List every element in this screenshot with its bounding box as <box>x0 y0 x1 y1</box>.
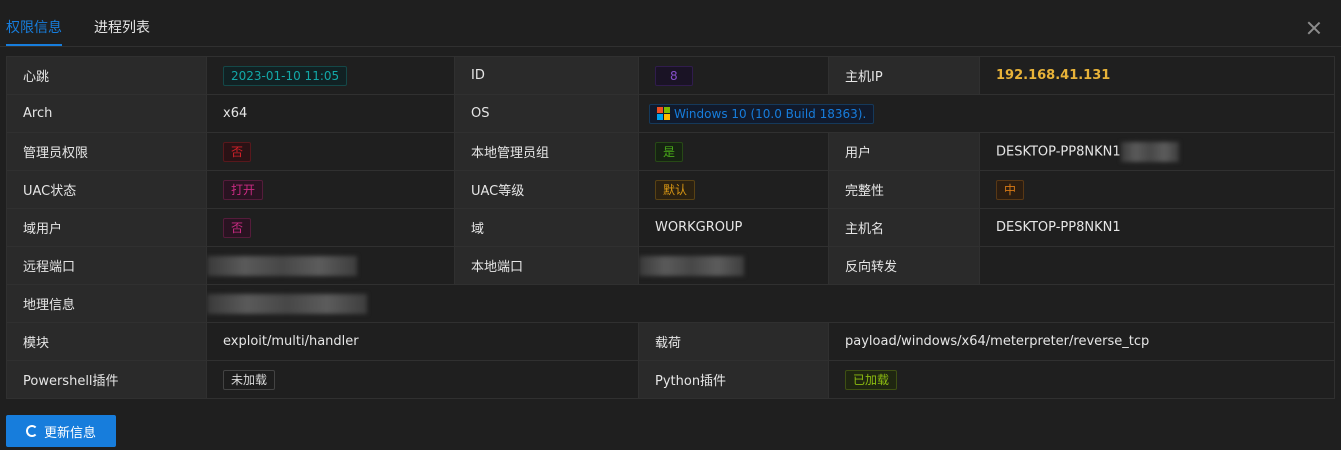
id-label: ID <box>454 56 639 95</box>
powershell-plugin-tag: 未加载 <box>223 369 276 390</box>
integrity-tag: 中 <box>996 179 1025 200</box>
update-info-label: 更新信息 <box>43 425 96 441</box>
reverse-forward-label: 反向转发 <box>828 246 980 285</box>
hostname-value: DESKTOP-PP8NKN1 <box>979 208 1335 247</box>
remote-port-label: 远程端口 <box>6 246 207 285</box>
tab-process-list[interactable]: 进程列表 <box>94 19 150 37</box>
domain-user-tag: 否 <box>223 217 252 238</box>
refresh-icon <box>25 425 38 437</box>
payload-value: payload/windows/x64/meterpreter/reverse_… <box>828 322 1335 361</box>
os-tag: Windows 10 (10.0 Build 18363). <box>649 103 875 124</box>
tab-bar: 权限信息 进程列表 <box>0 0 1341 47</box>
local-admin-group-tag: 是 <box>655 141 684 162</box>
windows-icon <box>657 106 670 120</box>
redacted-region <box>207 293 367 314</box>
domain-label: 域 <box>454 208 639 247</box>
uac-status-label: UAC状态 <box>6 170 207 209</box>
payload-label: 载荷 <box>638 322 829 361</box>
admin-label: 管理员权限 <box>6 132 207 171</box>
table-row: Arch x64 OS Windows 10 (10.0 Build 18363… <box>6 94 1335 133</box>
redacted-region <box>639 255 744 276</box>
active-tab-indicator <box>6 44 62 46</box>
user-label: 用户 <box>828 132 980 171</box>
table-row: 心跳 2023-01-10 11:05 ID 8 主机IP 192.168.41… <box>6 56 1335 95</box>
module-value: exploit/multi/handler <box>206 322 639 361</box>
table-row: 模块 exploit/multi/handler 载荷 payload/wind… <box>6 322 1335 361</box>
heartbeat-tag: 2023-01-10 11:05 <box>223 65 348 86</box>
domain-value: WORKGROUP <box>638 208 829 247</box>
heartbeat-label: 心跳 <box>6 56 207 95</box>
close-icon[interactable] <box>1306 20 1322 36</box>
id-tag: 8 <box>655 65 693 86</box>
table-row: 域用户 否 域 WORKGROUP 主机名 DESKTOP-PP8NKN1 <box>6 208 1335 247</box>
python-plugin-label: Python插件 <box>638 360 829 399</box>
hostname-label: 主机名 <box>828 208 980 247</box>
table-row: Powershell插件 未加载 Python插件 已加载 <box>6 360 1335 399</box>
host-ip-label: 主机IP <box>828 56 980 95</box>
table-row: 地理信息 <box>6 284 1335 323</box>
table-row: UAC状态 打开 UAC等级 默认 完整性 中 <box>6 170 1335 209</box>
uac-level-label: UAC等级 <box>454 170 639 209</box>
local-admin-group-label: 本地管理员组 <box>454 132 639 171</box>
integrity-label: 完整性 <box>828 170 980 209</box>
uac-level-tag: 默认 <box>655 179 696 200</box>
admin-tag: 否 <box>223 141 252 162</box>
host-ip-value: 192.168.41.131 <box>996 68 1111 83</box>
redacted-region <box>207 255 357 276</box>
os-value: Windows 10 (10.0 Build 18363). <box>674 106 867 121</box>
tab-permission-info[interactable]: 权限信息 <box>6 19 62 37</box>
geo-label: 地理信息 <box>6 284 207 323</box>
module-label: 模块 <box>6 322 207 361</box>
arch-value: x64 <box>206 94 455 133</box>
arch-label: Arch <box>6 94 207 133</box>
reverse-forward-value <box>979 246 1335 285</box>
redacted-region <box>1120 141 1179 162</box>
domain-user-label: 域用户 <box>6 208 207 247</box>
session-info-table: 心跳 2023-01-10 11:05 ID 8 主机IP 192.168.41… <box>6 56 1335 399</box>
python-plugin-tag: 已加载 <box>845 369 898 390</box>
update-info-button[interactable]: 更新信息 <box>6 415 116 447</box>
table-row: 远程端口 本地端口 反向转发 <box>6 246 1335 285</box>
local-port-label: 本地端口 <box>454 246 639 285</box>
os-label: OS <box>454 94 639 133</box>
uac-status-tag: 打开 <box>223 179 264 200</box>
user-value: DESKTOP-PP8NKN1 <box>996 144 1121 159</box>
table-row: 管理员权限 否 本地管理员组 是 用户 DESKTOP-PP8NKN1 <box>6 132 1335 171</box>
powershell-plugin-label: Powershell插件 <box>6 360 207 399</box>
